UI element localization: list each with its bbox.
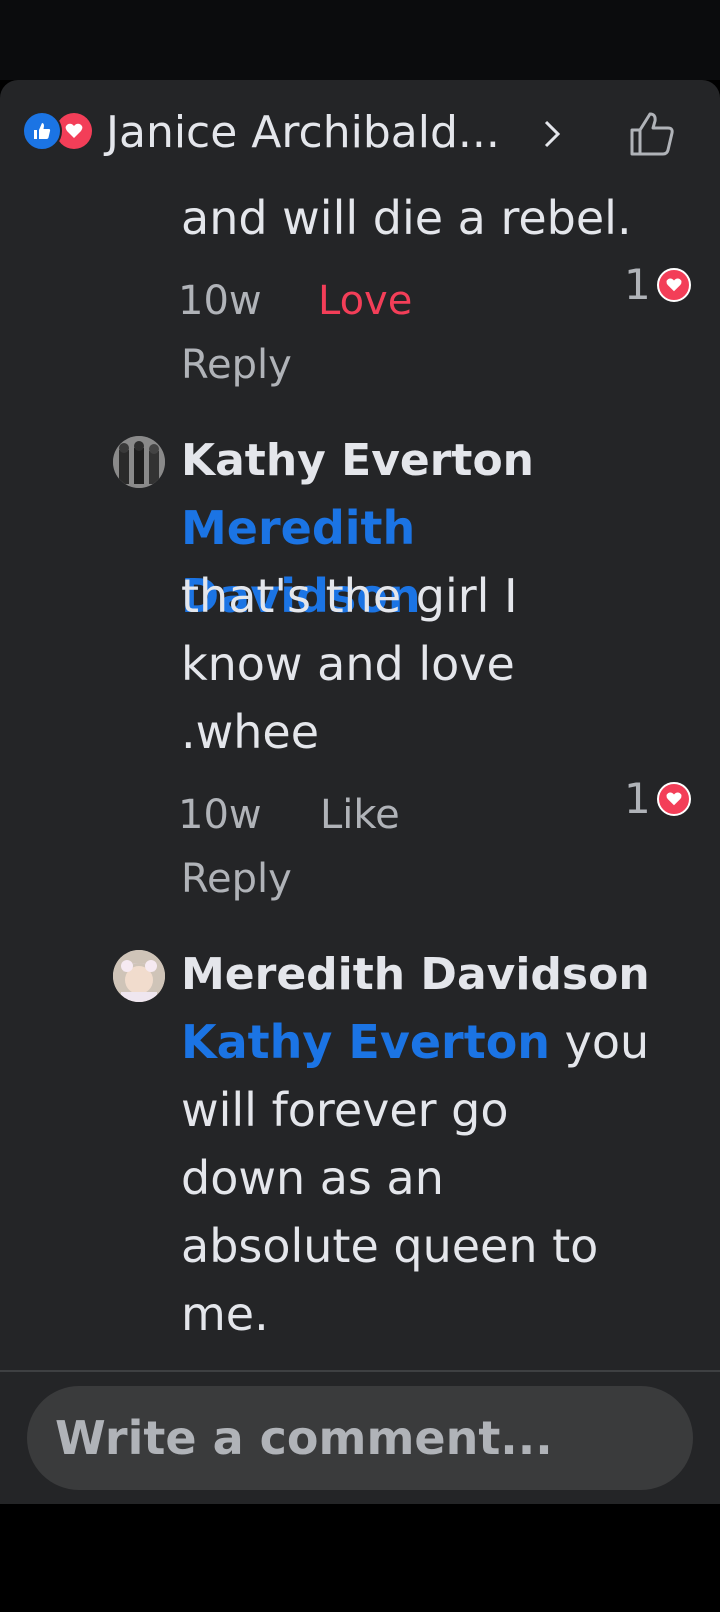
comment-time: 10w — [178, 278, 262, 324]
avatar[interactable] — [113, 436, 165, 488]
comment-input[interactable]: Write a comment... — [27, 1386, 693, 1490]
comment-text-line: down as an — [181, 1151, 444, 1205]
comment-text-fragment: you — [550, 1015, 650, 1069]
comment-text-line: absolute queen to — [181, 1219, 599, 1273]
like-reaction-icon — [22, 111, 62, 151]
love-action-button[interactable]: Love — [318, 276, 412, 326]
avatar[interactable] — [113, 950, 165, 1002]
reaction-count[interactable]: 1 — [624, 774, 651, 824]
comment-text-line: me. — [181, 1287, 269, 1341]
love-icon — [657, 782, 691, 816]
chevron-right-icon[interactable] — [540, 116, 564, 152]
comment-text-line: know and love — [181, 637, 515, 691]
status-bar — [0, 0, 720, 80]
navigation-bar — [0, 1504, 720, 1612]
reaction-summary[interactable] — [22, 111, 100, 151]
comment-text-line: .whee — [181, 705, 319, 759]
comment-input-placeholder: Write a comment... — [55, 1411, 553, 1465]
comment-list: and will die a rebel. 10w Love 1 Reply K… — [0, 192, 720, 1450]
reactors-name[interactable]: Janice Archibald... — [106, 108, 500, 158]
mention-link[interactable]: Kathy Everton — [181, 1015, 550, 1069]
reply-button[interactable]: Reply — [181, 854, 292, 904]
comment-author[interactable]: Meredith Davidson — [181, 942, 650, 1008]
reactions-header[interactable]: Janice Archibald... — [0, 80, 720, 192]
composer-bar: Write a comment... — [0, 1370, 720, 1504]
thumbs-up-icon[interactable] — [628, 110, 676, 158]
reply-button[interactable]: Reply — [181, 340, 292, 390]
reaction-count[interactable]: 1 — [624, 260, 651, 310]
comments-sheet: Janice Archibald... and will die a rebel… — [0, 80, 720, 1504]
comment-text: and will die a rebel. — [181, 192, 632, 245]
love-icon — [657, 268, 691, 302]
comment-author[interactable]: Kathy Everton — [181, 428, 534, 494]
like-action-button[interactable]: Like — [320, 790, 400, 840]
comment-text-line: will forever go — [181, 1083, 509, 1137]
comment-text-line: that's the girl I — [181, 569, 518, 623]
comment-time: 10w — [178, 792, 262, 838]
comment-first-line: Kathy Everton you — [181, 1008, 661, 1076]
